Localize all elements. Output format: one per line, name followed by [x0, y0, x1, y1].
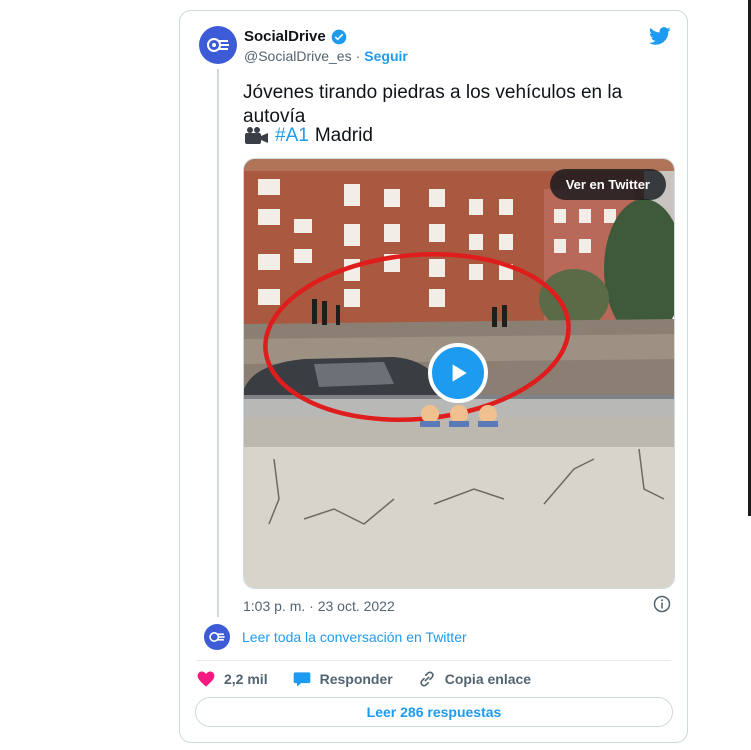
tweet-timestamp[interactable]: 1:03 p. m. · 23 oct. 2022: [243, 598, 395, 614]
like-button[interactable]: 2,2 mil: [196, 669, 268, 689]
author-handle[interactable]: @SocialDrive_es: [244, 48, 352, 64]
video-thumbnail[interactable]: Ver en Twitter: [243, 158, 675, 589]
author-handle-row: @SocialDrive_es · Seguir: [244, 48, 408, 64]
video-camera-icon: [245, 127, 268, 144]
view-on-twitter-button[interactable]: Ver en Twitter: [549, 169, 666, 200]
verified-badge-icon: [331, 29, 347, 44]
hashtag-link[interactable]: #A1: [275, 125, 309, 147]
follow-button[interactable]: Seguir: [364, 48, 408, 64]
location-text: Madrid: [314, 125, 373, 146]
twitter-bird-icon[interactable]: [649, 25, 671, 47]
link-icon: [420, 671, 434, 687]
read-replies-button[interactable]: Leer 286 respuestas: [195, 697, 673, 727]
socialdrive-logo-icon: [207, 38, 229, 52]
reply-button[interactable]: Responder: [292, 669, 393, 689]
author-avatar[interactable]: [199, 26, 237, 64]
play-button[interactable]: [428, 343, 488, 403]
copy-link-button[interactable]: Copia enlace: [417, 669, 531, 689]
author-name-row: SocialDrive: [244, 28, 347, 45]
speech-bubble-icon: [293, 672, 310, 687]
copy-link-label: Copia enlace: [444, 671, 532, 687]
conversation-avatar: [204, 624, 230, 650]
socialdrive-logo-icon: [209, 632, 225, 642]
info-icon[interactable]: [653, 595, 671, 613]
tweet-location-line: #A1 Madrid: [243, 125, 373, 147]
divider: [196, 660, 671, 661]
separator-dot: ·: [355, 48, 361, 64]
tweet-actions: 2,2 mil Responder Copia enlace: [196, 669, 531, 689]
thread-line: [217, 69, 219, 617]
tweet-text: Jóvenes tirando piedras a los vehículos …: [243, 82, 623, 127]
read-conversation-link[interactable]: Leer toda la conversación en Twitter: [242, 629, 467, 645]
like-count: 2,2 mil: [224, 671, 268, 687]
heart-icon: [197, 671, 215, 687]
author-name[interactable]: SocialDrive: [244, 28, 326, 45]
play-icon: [452, 364, 467, 382]
reply-label: Responder: [319, 671, 393, 687]
embedded-tweet-card: SocialDrive @SocialDrive_es · Seguir Jóv…: [179, 10, 688, 743]
conversation-row: Leer toda la conversación en Twitter: [204, 624, 467, 650]
